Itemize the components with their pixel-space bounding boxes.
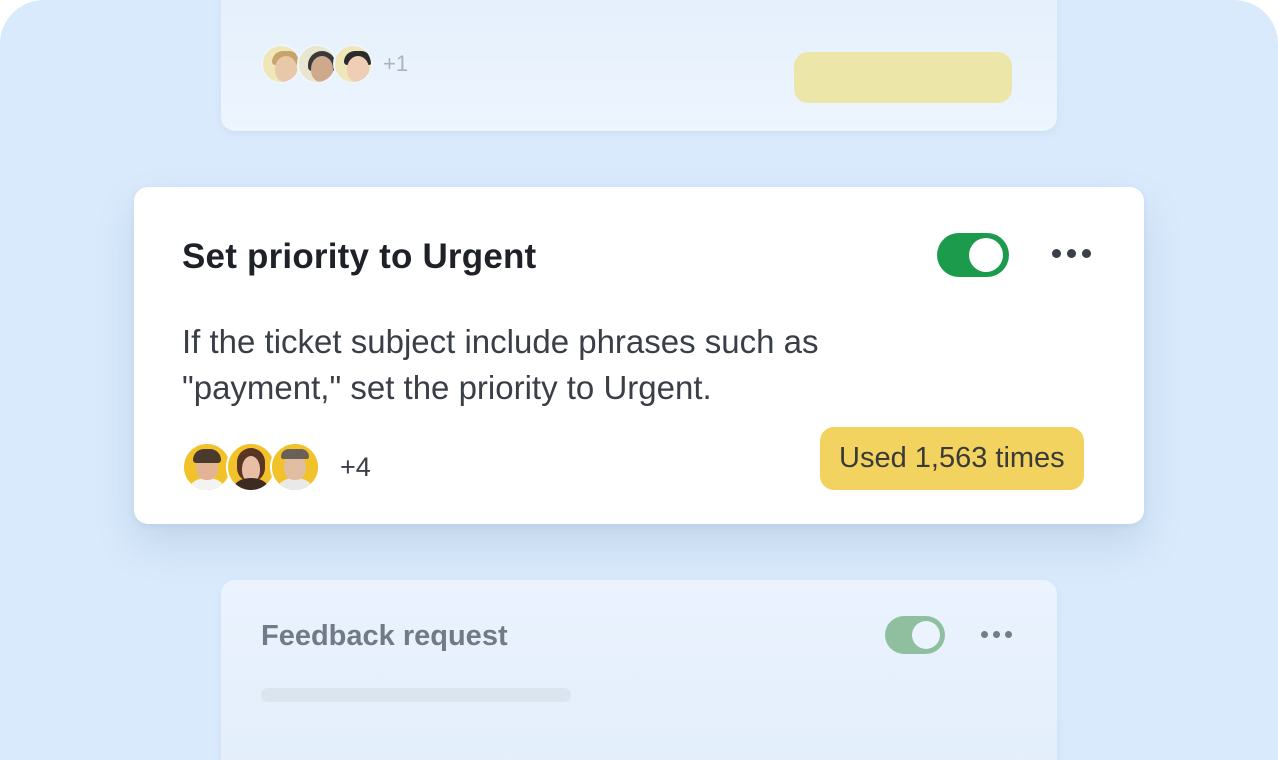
description-placeholder bbox=[261, 688, 571, 702]
toggle-knob bbox=[969, 238, 1003, 272]
extra-assignees-count: +4 bbox=[340, 451, 371, 482]
rule-card-next[interactable]: Feedback request bbox=[221, 580, 1057, 760]
rule-description: If the ticket subject include phrases su… bbox=[182, 323, 819, 406]
avatar bbox=[333, 44, 373, 84]
assignee-avatars: +1 bbox=[261, 44, 408, 84]
more-horizontal-icon[interactable] bbox=[981, 631, 1012, 638]
avatar bbox=[261, 44, 301, 84]
rule-title: Feedback request bbox=[261, 620, 508, 652]
automation-rules-panel: +1 Set priority to Urgent If the ticket … bbox=[0, 0, 1278, 760]
more-horizontal-icon[interactable] bbox=[1052, 249, 1091, 258]
extra-assignees-count: +1 bbox=[383, 51, 409, 76]
usage-badge-placeholder bbox=[794, 52, 1012, 103]
toggle-knob bbox=[912, 621, 940, 649]
rule-title: Set priority to Urgent bbox=[182, 237, 537, 276]
avatar bbox=[297, 44, 337, 84]
avatar bbox=[226, 442, 276, 492]
rule-card-previous[interactable]: +1 bbox=[221, 0, 1057, 131]
rule-enabled-toggle[interactable] bbox=[937, 233, 1009, 277]
rule-enabled-toggle[interactable] bbox=[885, 616, 945, 654]
avatar bbox=[182, 442, 232, 492]
assignee-avatars[interactable]: +4 bbox=[182, 442, 371, 492]
avatar bbox=[270, 442, 320, 492]
usage-count-badge: Used 1,563 times bbox=[820, 427, 1084, 490]
rule-card[interactable]: Set priority to Urgent If the ticket sub… bbox=[134, 187, 1144, 524]
